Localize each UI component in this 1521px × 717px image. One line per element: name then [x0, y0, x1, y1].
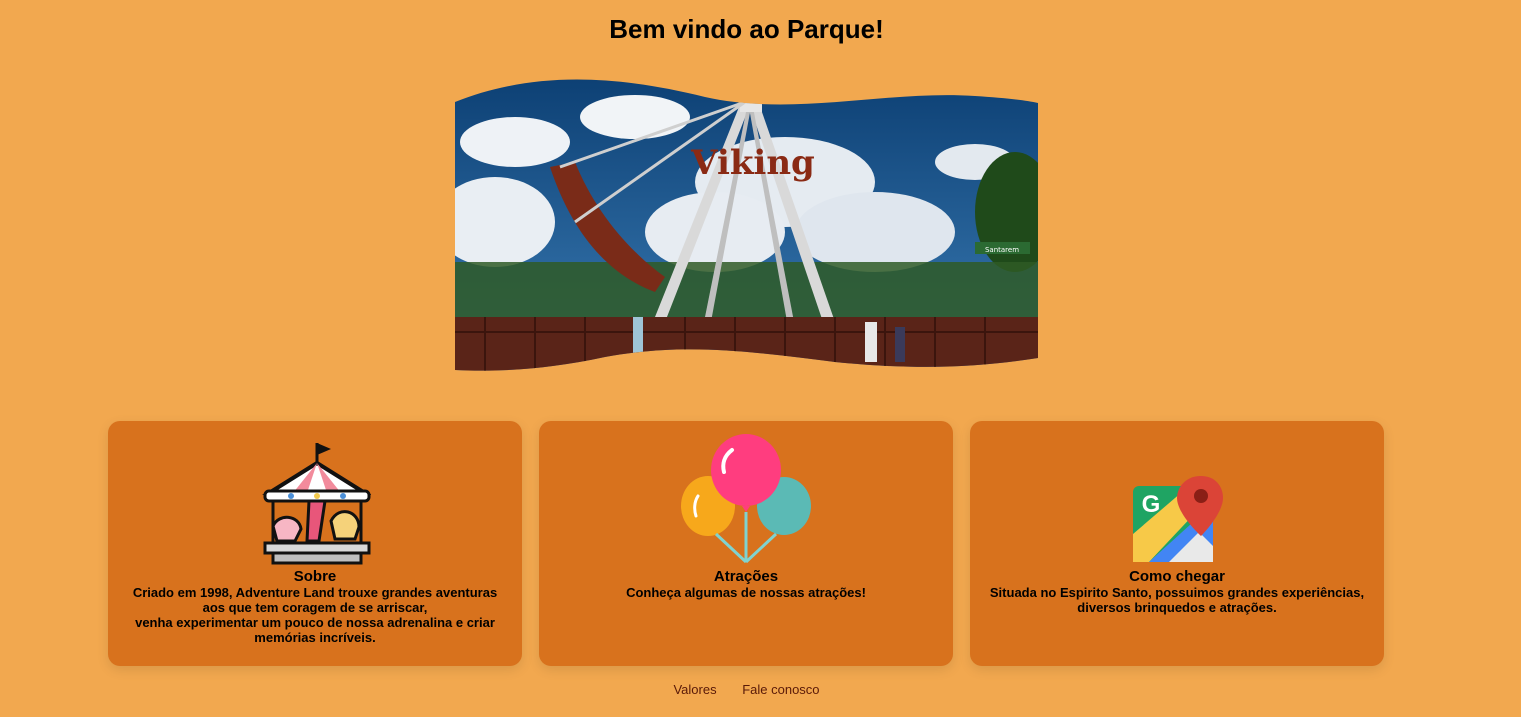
card-title: Sobre	[293, 568, 337, 585]
page-title: Bem vindo ao Parque!	[609, 14, 884, 44]
feature-cards: Sobre Criado em 1998, Adventure Land tro…	[108, 421, 1384, 666]
card-title: Atrações	[713, 568, 779, 585]
station-sign: Santarem	[985, 246, 1019, 254]
card-title: Como chegar	[1129, 568, 1225, 585]
google-maps-icon: G	[1077, 438, 1277, 566]
card-como-chegar[interactable]: G Como chegar Situada no Espirito Santo,…	[970, 421, 1384, 666]
footer-nav: Valores Fale conosco	[0, 682, 1493, 697]
carousel-icon	[215, 438, 415, 566]
card-sobre[interactable]: Sobre Criado em 1998, Adventure Land tro…	[108, 421, 522, 666]
link-fale-conosco[interactable]: Fale conosco	[742, 682, 819, 697]
viking-sign: Viking	[690, 143, 815, 183]
card-text: Criado em 1998, Adventure Land trouxe gr…	[132, 585, 498, 645]
hero-image: Viking Santarem	[455, 72, 1038, 388]
viking-ride-photo: Viking Santarem	[455, 79, 1038, 371]
link-valores[interactable]: Valores	[673, 682, 716, 697]
card-atracoes[interactable]: Atrações Conheça algumas de nossas atraç…	[539, 421, 953, 666]
card-text: Situada no Espirito Santo, possuimos gra…	[989, 585, 1365, 615]
svg-text:G: G	[1142, 491, 1161, 518]
card-text: Conheça algumas de nossas atrações!	[626, 585, 866, 600]
balloons-icon	[646, 434, 846, 566]
